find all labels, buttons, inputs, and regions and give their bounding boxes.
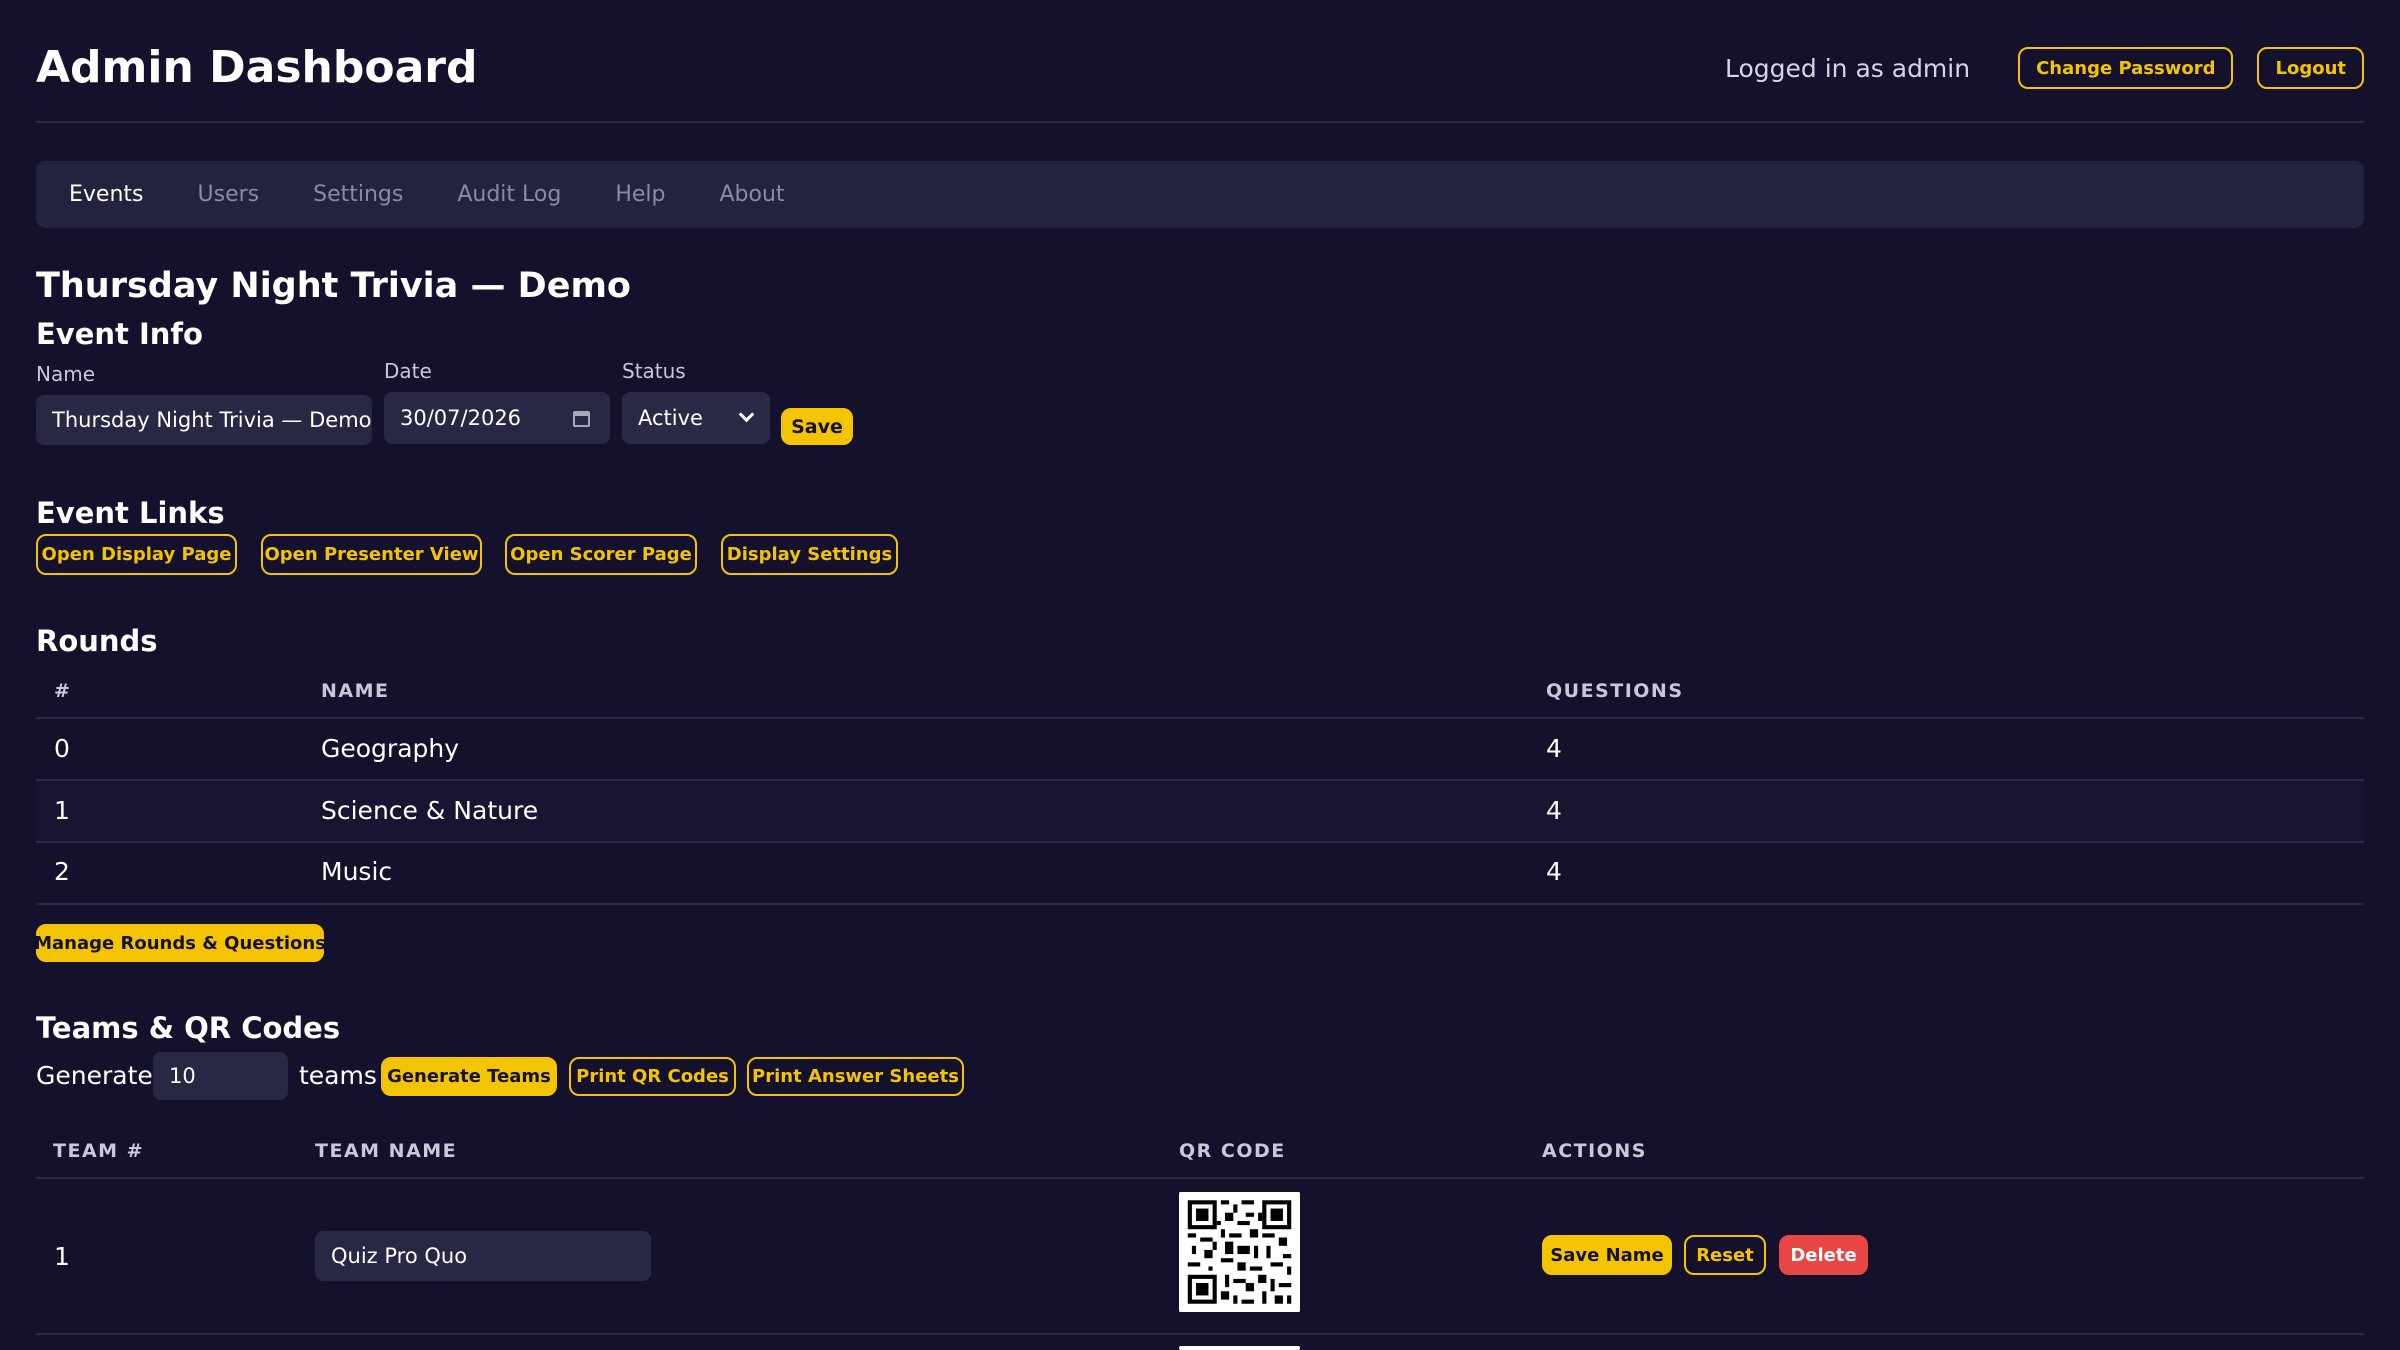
row-divider: [36, 841, 2364, 843]
event-status-select[interactable]: Active: [622, 392, 770, 444]
rounds-col-num: #: [54, 680, 72, 702]
nav-item-settings[interactable]: Settings: [313, 182, 403, 207]
date-label: Date: [384, 359, 432, 383]
save-name-button[interactable]: Save Name: [1542, 1235, 1672, 1275]
round-questions: 4: [1546, 796, 1562, 825]
qr-code-image[interactable]: [1179, 1192, 1300, 1312]
rounds-col-questions: QUESTIONS: [1546, 680, 1684, 702]
qr-code-icon: [1179, 1192, 1300, 1312]
teams-heading: Teams & QR Codes: [36, 1011, 341, 1045]
reset-button[interactable]: Reset: [1684, 1235, 1766, 1275]
teams-label: teams: [299, 1061, 377, 1090]
team-count-value: 10: [169, 1064, 196, 1088]
name-label: Name: [36, 362, 96, 386]
print-qr-codes-button[interactable]: Print QR Codes: [569, 1057, 736, 1096]
calendar-icon[interactable]: [573, 411, 590, 427]
change-password-button[interactable]: Change Password: [2018, 47, 2234, 89]
round-num: 1: [54, 796, 70, 825]
event-links-heading: Event Links: [36, 496, 225, 530]
header: Admin Dashboard Logged in as admin Chang…: [36, 0, 2364, 123]
print-answer-sheets-button[interactable]: Print Answer Sheets: [747, 1057, 964, 1096]
status-label: Status: [622, 359, 686, 383]
event-info-heading: Event Info: [36, 317, 203, 351]
team-num: 1: [54, 1242, 70, 1271]
generate-label: Generate: [36, 1061, 153, 1090]
manage-rounds-button[interactable]: Manage Rounds & Questions: [34, 924, 326, 962]
nav-item-help[interactable]: Help: [615, 182, 665, 207]
row-divider: [36, 1333, 2364, 1335]
round-name: Music: [321, 857, 393, 886]
rounds-header-divider: [36, 717, 2364, 719]
admin-page: Admin Dashboard Logged in as admin Chang…: [34, 0, 2364, 1350]
round-name: Geography: [321, 734, 460, 763]
teams-header-divider: [36, 1177, 2364, 1179]
round-num: 2: [54, 857, 70, 886]
open-presenter-view-button[interactable]: Open Presenter View: [261, 534, 482, 575]
display-settings-button[interactable]: Display Settings: [721, 534, 898, 575]
generate-teams-button[interactable]: Generate Teams: [381, 1057, 557, 1096]
nav-item-about[interactable]: About: [719, 182, 784, 207]
delete-button[interactable]: Delete: [1779, 1235, 1868, 1275]
round-questions: 4: [1546, 734, 1562, 763]
team-name-value: Quiz Pro Quo: [331, 1244, 468, 1268]
team-name-input[interactable]: Quiz Pro Quo: [315, 1231, 651, 1281]
nav-item-events[interactable]: Events: [69, 182, 144, 207]
event-status-value: Active: [638, 406, 703, 430]
round-name: Science & Nature: [321, 796, 539, 825]
row-divider: [36, 903, 2364, 905]
main-nav: Events Users Settings Audit Log Help Abo…: [36, 161, 2364, 228]
logged-in-text: Logged in as admin: [1725, 53, 1971, 83]
rounds-heading: Rounds: [36, 624, 158, 658]
team-count-input[interactable]: 10: [153, 1052, 288, 1100]
event-name-input[interactable]: Thursday Night Trivia — Demo: [36, 395, 372, 445]
table-row: 1 Science & Nature 4: [36, 781, 2364, 841]
round-num: 0: [54, 734, 70, 763]
nav-item-users[interactable]: Users: [198, 182, 260, 207]
chevron-down-icon: [738, 406, 755, 423]
event-name-value: Thursday Night Trivia — Demo: [52, 408, 372, 432]
qr-code-image-partial: [1179, 1346, 1300, 1350]
teams-col-qr: QR CODE: [1179, 1140, 1286, 1162]
save-event-button[interactable]: Save: [781, 408, 853, 445]
logout-button[interactable]: Logout: [2257, 47, 2364, 89]
open-display-page-button[interactable]: Open Display Page: [36, 534, 237, 575]
header-user-area: Logged in as admin Change Password Logou…: [1725, 46, 2364, 90]
event-date-input[interactable]: 30/07/2026: [384, 392, 610, 444]
teams-col-num: TEAM #: [53, 1140, 145, 1162]
teams-col-name: TEAM NAME: [315, 1140, 458, 1162]
round-questions: 4: [1546, 857, 1562, 886]
open-scorer-page-button[interactable]: Open Scorer Page: [505, 534, 697, 575]
nav-item-audit-log[interactable]: Audit Log: [457, 182, 561, 207]
app-title: Admin Dashboard: [36, 42, 478, 93]
teams-col-actions: ACTIONS: [1542, 1140, 1647, 1162]
event-date-value: 30/07/2026: [400, 406, 522, 430]
event-title: Thursday Night Trivia — Demo: [36, 266, 631, 306]
rounds-col-name: NAME: [321, 680, 390, 702]
